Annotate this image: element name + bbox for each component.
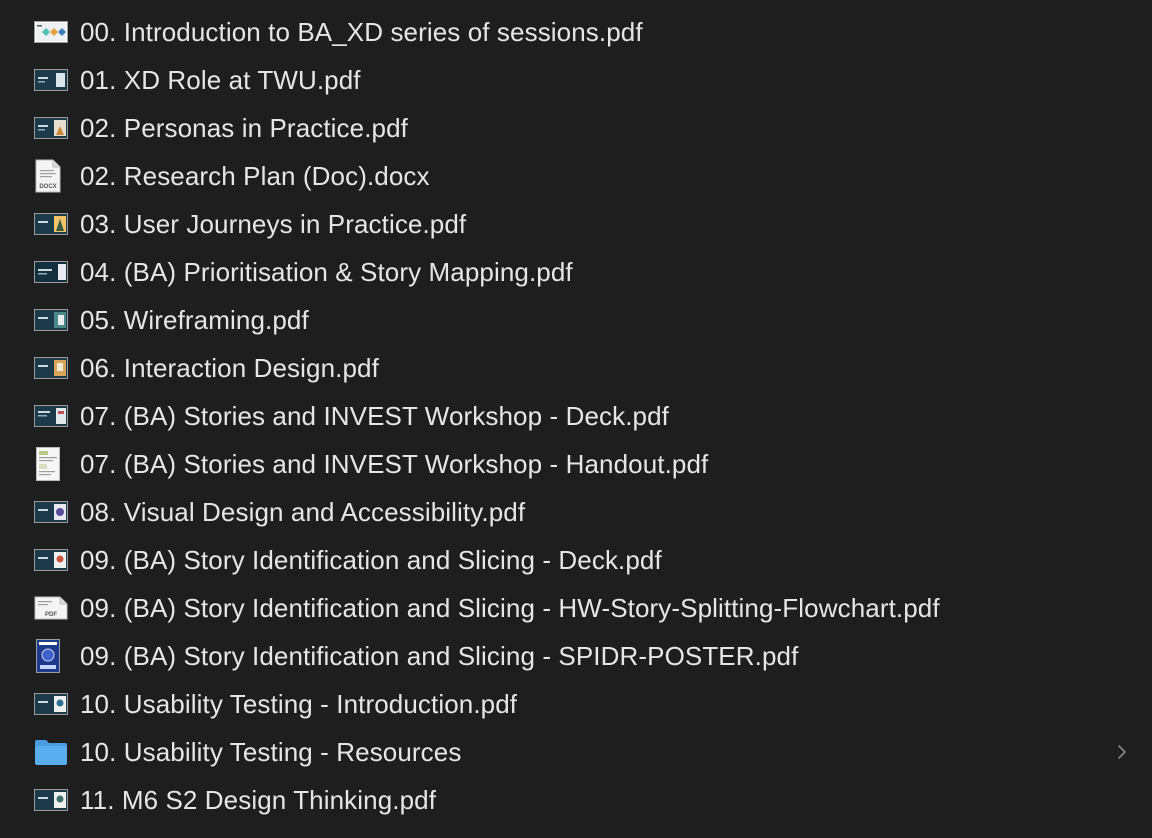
file-name: 07. (BA) Stories and INVEST Workshop - D… [80, 400, 669, 431]
file-row[interactable]: 07. (BA) Stories and INVEST Workshop - D… [0, 392, 1152, 440]
file-row[interactable]: 07. (BA) Stories and INVEST Workshop - H… [0, 440, 1152, 488]
file-row[interactable]: 05. Wireframing.pdf [0, 296, 1152, 344]
file-name: 10. Usability Testing - Introduction.pdf [80, 688, 518, 719]
file-name: 09. (BA) Story Identification and Slicin… [80, 544, 662, 575]
file-row[interactable]: 03. User Journeys in Practice.pdf [0, 200, 1152, 248]
file-row[interactable]: 11. M6 S2 Design Thinking.pdf [0, 776, 1152, 824]
file-name: 07. (BA) Stories and INVEST Workshop - H… [80, 448, 709, 479]
file-row[interactable]: 09. (BA) Story Identification and Slicin… [0, 632, 1152, 680]
file-row[interactable]: PDF 09. (BA) Story Identification and Sl… [0, 584, 1152, 632]
pdf-slide-thumbnail-icon [34, 494, 70, 530]
pdf-light-thumbnail-icon [34, 14, 70, 50]
folder-name: 10. Usability Testing - Resources [80, 736, 462, 767]
file-name: 02. Research Plan (Doc).docx [80, 160, 430, 191]
file-row[interactable]: 04. (BA) Prioritisation & Story Mapping.… [0, 248, 1152, 296]
file-name: 04. (BA) Prioritisation & Story Mapping.… [80, 256, 573, 287]
pdf-slide-thumbnail-icon [34, 782, 70, 818]
file-row[interactable]: 01. XD Role at TWU.pdf [0, 56, 1152, 104]
file-name: 00. Introduction to BA_XD series of sess… [80, 16, 643, 47]
file-name: 08. Visual Design and Accessibility.pdf [80, 496, 526, 527]
file-row[interactable]: 06. Interaction Design.pdf [0, 344, 1152, 392]
docx-document-icon: DOCX [34, 158, 70, 194]
folder-row[interactable]: 10. Usability Testing - Resources [0, 728, 1152, 776]
pdf-slide-thumbnail-icon [34, 542, 70, 578]
file-list: 00. Introduction to BA_XD series of sess… [0, 0, 1152, 838]
file-name: 05. Wireframing.pdf [80, 304, 309, 335]
pdf-slide-thumbnail-icon [34, 62, 70, 98]
docx-label: DOCX [39, 184, 56, 190]
pdf-document-icon: PDF [34, 590, 70, 626]
pdf-slide-thumbnail-icon [34, 110, 70, 146]
file-row[interactable]: 00. Introduction to BA_XD series of sess… [0, 8, 1152, 56]
file-row[interactable]: 10. Usability Testing - Introduction.pdf [0, 680, 1152, 728]
pdf-slide-thumbnail-icon [34, 398, 70, 434]
pdf-label: PDF [45, 612, 57, 618]
pdf-slide-thumbnail-icon [34, 206, 70, 242]
file-name: 06. Interaction Design.pdf [80, 352, 379, 383]
file-name: 01. XD Role at TWU.pdf [80, 64, 361, 95]
pdf-slide-thumbnail-icon [34, 350, 70, 386]
pdf-slide-thumbnail-icon [34, 254, 70, 290]
file-row[interactable]: 08. Visual Design and Accessibility.pdf [0, 488, 1152, 536]
file-row[interactable]: DOCX 02. Research Plan (Doc).docx [0, 152, 1152, 200]
file-name: 03. User Journeys in Practice.pdf [80, 208, 467, 239]
pdf-poster-thumbnail-icon [34, 638, 70, 674]
pdf-slide-thumbnail-icon [34, 302, 70, 338]
file-name: 09. (BA) Story Identification and Slicin… [80, 592, 940, 623]
chevron-right-icon [1118, 745, 1126, 759]
file-row[interactable]: 09. (BA) Story Identification and Slicin… [0, 536, 1152, 584]
file-name: 09. (BA) Story Identification and Slicin… [80, 640, 799, 671]
pdf-slide-thumbnail-icon [34, 686, 70, 722]
pdf-handout-thumbnail-icon [34, 446, 70, 482]
file-row[interactable]: 02. Personas in Practice.pdf [0, 104, 1152, 152]
folder-icon [34, 734, 70, 770]
file-name: 11. M6 S2 Design Thinking.pdf [80, 784, 437, 815]
file-name: 02. Personas in Practice.pdf [80, 112, 408, 143]
